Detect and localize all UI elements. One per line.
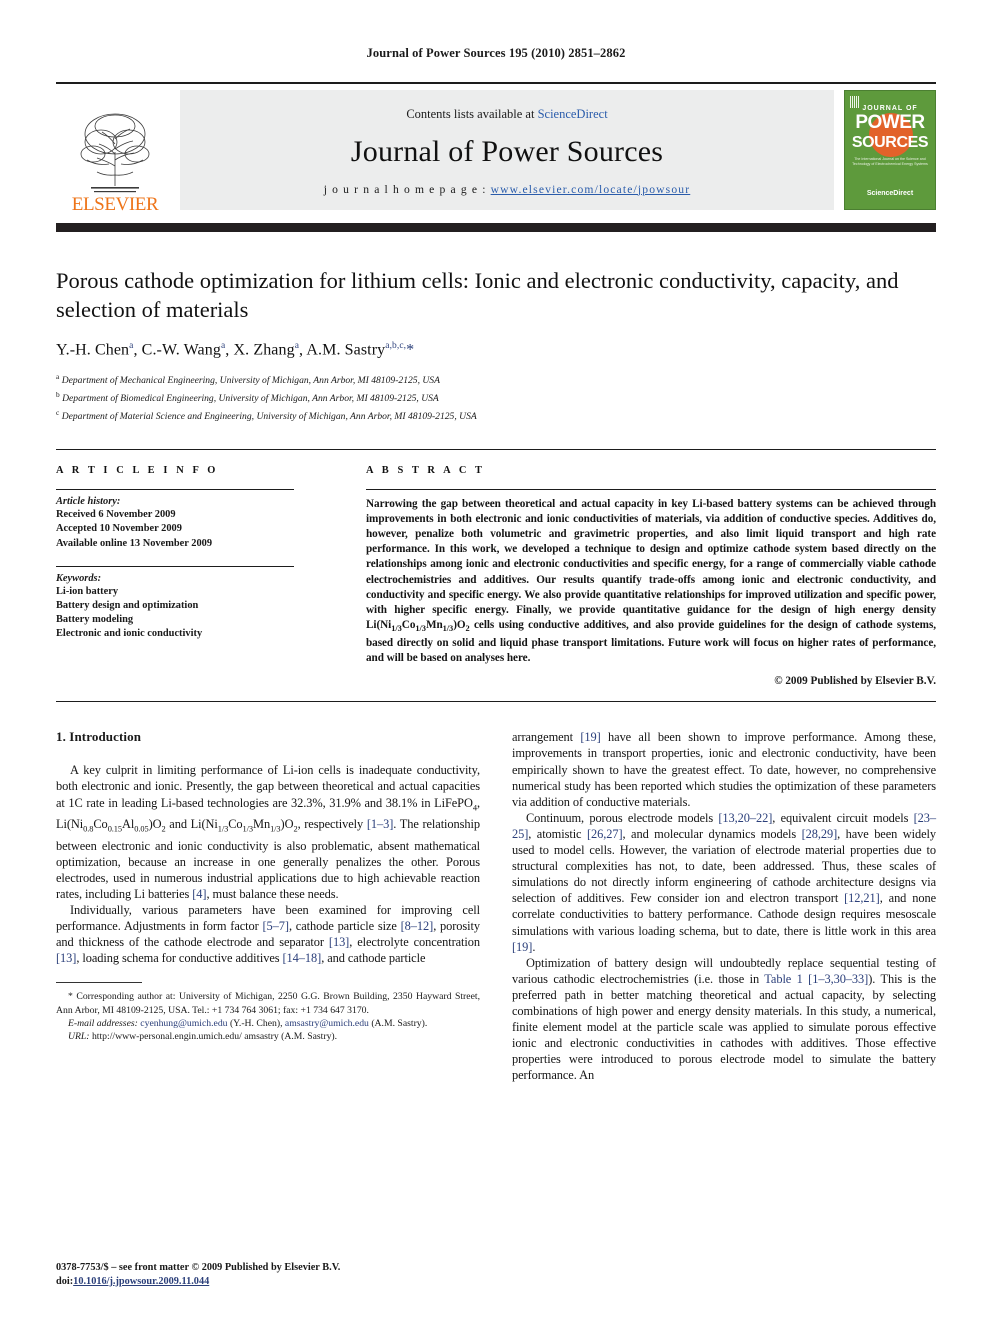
article-history-received: Received 6 November 2009 xyxy=(56,509,176,521)
article-page: Journal of Power Sources 195 (2010) 2851… xyxy=(0,0,992,1323)
doi-link[interactable]: 10.1016/j.jpowsour.2009.11.044 xyxy=(73,1276,209,1287)
keyword-item: Battery design and optimization xyxy=(56,599,199,611)
footnote-rule xyxy=(56,982,142,984)
affiliation-b-mark: b xyxy=(56,389,60,399)
contents-available-line: Contents lists available at ScienceDirec… xyxy=(406,107,607,122)
article-info-heading: A R T I C L E I N F O xyxy=(56,465,219,477)
article-history-heading: Article history: xyxy=(56,496,121,508)
article-history-online: Available online 13 November 2009 xyxy=(56,537,213,549)
affiliation-a: a Department of Mechanical Engineering, … xyxy=(56,370,936,388)
keywords-heading: Keywords: xyxy=(56,572,102,584)
body-right-column: arrangement [19] have all been shown to … xyxy=(512,729,936,1083)
author-list: Y.-H. Chena, C.-W. Wanga, X. Zhanga, A.M… xyxy=(56,341,415,359)
url-note: URL: http://www-personal.engin.umich.edu… xyxy=(68,1031,338,1043)
paragraph: Individually, various parameters have be… xyxy=(56,903,481,966)
issn-doi-footer: 0378-7753/$ – see front matter © 2009 Pu… xyxy=(56,1261,340,1289)
affiliation-a-mark: a xyxy=(56,372,60,382)
cover-power-text: POWER xyxy=(855,112,925,133)
info-abstract-band: A R T I C L E I N F O Article history: R… xyxy=(56,449,936,703)
sciencedirect-link[interactable]: ScienceDirect xyxy=(538,107,608,121)
masthead-center-band: Contents lists available at ScienceDirec… xyxy=(180,90,834,210)
paragraph: A key culprit in limiting performance of… xyxy=(56,763,480,901)
body-left-column: 1. Introduction A key culprit in limitin… xyxy=(56,729,480,1083)
elsevier-wordmark: ELSEVIER xyxy=(71,194,159,215)
masthead-bottom-rule xyxy=(56,223,936,232)
elsevier-logo: ELSEVIER xyxy=(56,90,174,216)
abstract-column: A B S T R A C T Narrowing the gap betwee… xyxy=(342,465,936,687)
paragraph: Optimization of battery design will undo… xyxy=(512,955,936,1083)
article-title: Porous cathode optimization for lithium … xyxy=(56,268,899,322)
abstract-text: Narrowing the gap between theoretical an… xyxy=(366,498,936,665)
article-info-divider-keywords xyxy=(56,565,294,567)
elsevier-tree-icon xyxy=(80,113,150,193)
email-addresses-note: E-mail addresses: cyenhung@umich.edu (Y.… xyxy=(68,1017,428,1029)
paragraph: Continuum, porous electrode models [13,2… xyxy=(512,810,936,954)
cover-sciencedirect-logo: ScienceDirect xyxy=(845,190,935,197)
affiliation-c-text: Department of Material Science and Engin… xyxy=(61,410,477,422)
abstract-divider xyxy=(366,489,936,491)
journal-homepage-line: j o u r n a l h o m e p a g e : www.else… xyxy=(324,183,691,196)
corresponding-author-note: * Corresponding author at: University of… xyxy=(56,991,480,1016)
keyword-item: Li-ion battery xyxy=(56,585,119,597)
doi-line: doi:10.1016/j.jpowsour.2009.11.044 xyxy=(56,1275,340,1289)
footnote-block: * Corresponding author at: University of… xyxy=(56,990,480,1043)
running-head: Journal of Power Sources 195 (2010) 2851… xyxy=(366,46,626,60)
affiliation-c-mark: c xyxy=(56,407,60,417)
article-title-block: Porous cathode optimization for lithium … xyxy=(56,232,936,423)
article-history-accepted: Accepted 10 November 2009 xyxy=(56,523,182,535)
keyword-item: Electronic and ionic conductivity xyxy=(56,628,203,640)
cover-journal-of-text: JOURNAL OF xyxy=(862,105,918,112)
abstract-heading: A B S T R A C T xyxy=(366,465,485,477)
contents-prefix-text: Contents lists available at xyxy=(406,106,538,121)
article-info-column: A R T I C L E I N F O Article history: R… xyxy=(56,465,342,687)
section-heading-introduction: 1. Introduction xyxy=(56,729,142,745)
doi-label: doi: xyxy=(56,1276,74,1287)
cover-sciencedirect-text: ScienceDirect xyxy=(866,190,914,197)
body-columns: 1. Introduction A key culprit in limitin… xyxy=(56,729,936,1083)
affiliation-list: a Department of Mechanical Engineering, … xyxy=(56,370,936,423)
affiliation-a-text: Department of Mechanical Engineering, Un… xyxy=(61,375,440,387)
journal-homepage-link[interactable]: www.elsevier.com/locate/jpowsour xyxy=(491,183,691,196)
keyword-item: Battery modeling xyxy=(56,614,134,626)
affiliation-b-text: Department of Biomedical Engineering, Un… xyxy=(62,393,439,405)
journal-title: Journal of Power Sources xyxy=(350,134,664,168)
journal-cover-thumbnail[interactable]: JOURNAL OF POWER SOURCES The Internation… xyxy=(844,90,936,210)
cover-sources-text: SOURCES xyxy=(851,134,929,151)
journal-masthead: ELSEVIER Contents lists available at Sci… xyxy=(56,82,936,216)
issn-line: 0378-7753/$ – see front matter © 2009 Pu… xyxy=(56,1262,341,1273)
cover-subtitle-text: The International Journal on the Science… xyxy=(852,157,928,166)
article-info-divider-top xyxy=(56,489,294,491)
abstract-copyright: © 2009 Published by Elsevier B.V. xyxy=(774,675,936,688)
affiliation-c: c Department of Material Science and Eng… xyxy=(56,406,936,424)
paragraph: arrangement [19] have all been shown to … xyxy=(512,730,936,809)
homepage-label: j o u r n a l h o m e p a g e : xyxy=(323,182,491,196)
affiliation-b: b Department of Biomedical Engineering, … xyxy=(56,388,936,406)
